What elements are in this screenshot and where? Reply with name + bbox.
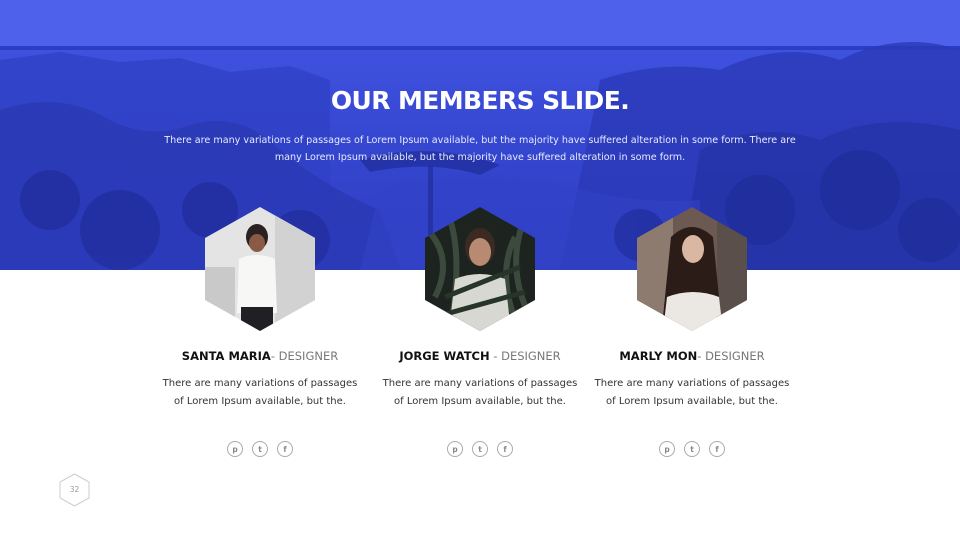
member-name-line: MARLY MON- DESIGNER	[577, 349, 807, 363]
member-photo	[205, 207, 315, 331]
social-links: p t f	[365, 441, 595, 457]
slide-title: OUR MEMBERS SLIDE.	[330, 86, 630, 115]
facebook-icon[interactable]: f	[277, 441, 293, 457]
twitter-icon[interactable]: t	[252, 441, 268, 457]
member-name: SANTA MARIA	[181, 349, 271, 363]
member-description: There are many variations of passages of…	[162, 378, 358, 407]
page-number: 32	[69, 485, 80, 494]
twitter-icon[interactable]: t	[472, 441, 488, 457]
facebook-icon[interactable]: f	[497, 441, 513, 457]
member-name-line: JORGE WATCH - DESIGNER	[365, 349, 595, 363]
member-photo	[637, 207, 747, 331]
member-name: JORGE WATCH	[399, 349, 490, 363]
member-role: - DESIGNER	[697, 349, 765, 363]
social-links: p t f	[577, 441, 807, 457]
member-name: MARLY MON	[619, 349, 698, 363]
member-role: - DESIGNER	[270, 349, 339, 363]
pinterest-icon[interactable]: p	[227, 441, 243, 457]
member-description: There are many variations of passages of…	[594, 378, 790, 407]
pinterest-icon[interactable]: p	[447, 441, 463, 457]
member-role: - DESIGNER	[489, 349, 561, 363]
slide-subtitle: There are many variations of passages of…	[164, 135, 796, 163]
social-links: p t f	[145, 441, 375, 457]
facebook-icon[interactable]: f	[709, 441, 725, 457]
twitter-icon[interactable]: t	[684, 441, 700, 457]
page-number-badge: 32	[59, 473, 90, 507]
member-name-line: SANTA MARIA- DESIGNER	[145, 349, 375, 363]
pinterest-icon[interactable]: p	[659, 441, 675, 457]
member-photo	[425, 207, 535, 331]
member-description: There are many variations of passages of…	[382, 378, 578, 407]
